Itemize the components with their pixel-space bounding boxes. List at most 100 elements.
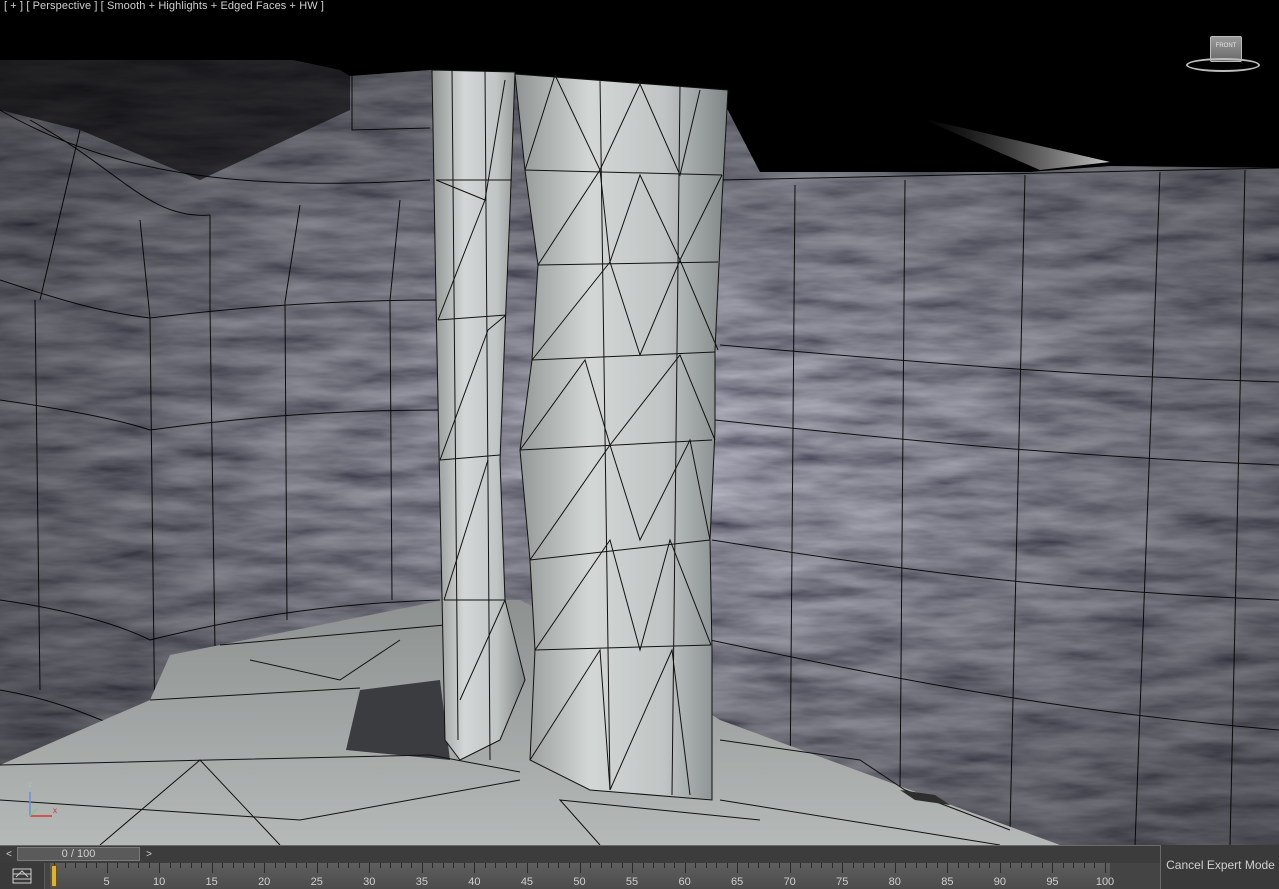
trackbar-tick (884, 863, 886, 868)
trackbar-tick (211, 863, 213, 873)
trackbar-tick (463, 863, 465, 868)
perspective-viewport[interactable]: [ + ] [ Perspective ] [ Smooth + Highlig… (0, 0, 1279, 845)
trackbar-tick (611, 863, 613, 868)
curve-editor-icon (12, 868, 32, 884)
trackbar-tick (337, 863, 339, 868)
trackbar-tick (127, 863, 129, 868)
scene-render (0, 0, 1279, 845)
previous-frame-button[interactable]: < (2, 848, 16, 861)
trackbar-tick (1052, 863, 1054, 873)
trackbar-tick (421, 863, 423, 873)
time-slider[interactable]: < 0 / 100 > (0, 845, 1160, 863)
trackbar-tick (1010, 863, 1012, 868)
trackbar-tick-label: 5 (103, 876, 110, 888)
trackbar-tick (85, 863, 87, 868)
trackbar-tick (106, 863, 108, 873)
trackbar-tick (264, 863, 266, 873)
trackbar-tick (758, 863, 760, 868)
trackbar-tick (484, 863, 486, 868)
axis-tripod-icon: z x (22, 778, 62, 822)
trackbar-tick (600, 863, 602, 868)
trackbar-tick-label: 100 (1095, 876, 1115, 888)
trackbar-tick (495, 863, 497, 868)
trackbar-tick-label: 75 (836, 876, 849, 888)
viewport-label: [ + ] [ Perspective ] [ Smooth + Highlig… (4, 0, 324, 12)
trackbar-tick (306, 863, 308, 868)
trackbar-tick (201, 863, 203, 868)
trackbar-tick (768, 863, 770, 868)
trackbar-tick (926, 863, 928, 868)
trackbar-tick-label: 90 (993, 876, 1007, 888)
current-frame-marker[interactable] (51, 865, 57, 887)
trackbar-tick (663, 863, 665, 868)
trackbar-tick (831, 863, 833, 868)
trackbar-tick (526, 863, 528, 873)
viewcube-face-label: FRONT (1215, 43, 1237, 49)
trackbar-tick (821, 863, 823, 868)
trackbar-tick (863, 863, 865, 868)
status-panel: Cancel Expert Mode (1160, 845, 1279, 889)
trackbar-tick-label: 55 (625, 876, 639, 888)
trackbar-tick-label: 35 (415, 876, 428, 888)
trackbar-tick (358, 863, 360, 868)
trackbar-tick (369, 863, 371, 873)
trackbar-tick (674, 863, 676, 868)
trackbar-tick (558, 863, 560, 868)
trackbar-tick (295, 863, 297, 868)
trackbar-tick (243, 863, 245, 868)
trackbar-tick (852, 863, 854, 868)
trackbar-tick (968, 863, 970, 868)
curve-editor-toggle[interactable] (0, 863, 45, 889)
time-slider-thumb[interactable]: 0 / 100 (17, 847, 140, 861)
trackbar[interactable]: 0510152025303540455055606570758085909510… (0, 863, 1160, 889)
trackbar-tick (737, 863, 739, 873)
trackbar-ruler[interactable]: 0510152025303540455055606570758085909510… (50, 863, 1114, 889)
trackbar-tick (432, 863, 434, 868)
viewport-general-menu[interactable]: [ + ] (4, 0, 23, 12)
trackbar-tick (348, 863, 350, 868)
trackbar-tick (1031, 863, 1033, 868)
trackbar-tick (474, 863, 476, 873)
trackbar-tick (516, 863, 518, 868)
trackbar-tick (642, 863, 644, 868)
trackbar-tick (894, 863, 896, 873)
viewcube[interactable]: FRONT (1184, 30, 1264, 76)
trackbar-tick (64, 863, 66, 868)
trackbar-tick-label: 30 (363, 876, 376, 888)
trackbar-tick (75, 863, 77, 868)
trackbar-tick-label: 65 (731, 876, 744, 888)
viewport-shading-menu[interactable]: [ Smooth + Highlights + Edged Faces + HW… (101, 0, 324, 12)
trackbar-tick (842, 863, 844, 873)
trackbar-tick (989, 863, 991, 868)
trackbar-tick (1062, 863, 1064, 868)
trackbar-tick (274, 863, 276, 868)
trackbar-tick (400, 863, 402, 868)
cancel-expert-mode-button[interactable]: Cancel Expert Mode (1161, 858, 1279, 872)
trackbar-tick-label: 50 (573, 876, 586, 888)
viewport-pov-menu[interactable]: [ Perspective ] (26, 0, 97, 12)
trackbar-tick-label: 10 (152, 876, 166, 888)
trackbar-tick (915, 863, 917, 868)
trackbar-tick (632, 863, 634, 873)
trackbar-tick (590, 863, 591, 868)
trackbar-tick (379, 863, 381, 868)
trackbar-tick (327, 863, 329, 868)
trackbar-tick-label: 95 (1046, 876, 1059, 888)
trackbar-tick (96, 863, 98, 868)
trackbar-tick (117, 863, 119, 868)
trackbar-tick (695, 863, 697, 868)
trackbar-tick (390, 863, 392, 868)
trackbar-tick (505, 863, 507, 868)
trackbar-tick (1041, 863, 1043, 868)
trackbar-tick (1073, 863, 1075, 868)
trackbar-tick (810, 863, 812, 868)
trackbar-tick (169, 863, 171, 868)
trackbar-tick (705, 863, 707, 868)
next-frame-button[interactable]: > (142, 848, 156, 861)
trackbar-tick (159, 863, 161, 873)
trackbar-tick-label: 40 (468, 876, 481, 888)
trackbar-tick (726, 863, 728, 868)
trackbar-tick (180, 863, 182, 868)
trackbar-tick-label: 60 (678, 876, 691, 888)
viewcube-compass-ring[interactable] (1186, 58, 1260, 72)
